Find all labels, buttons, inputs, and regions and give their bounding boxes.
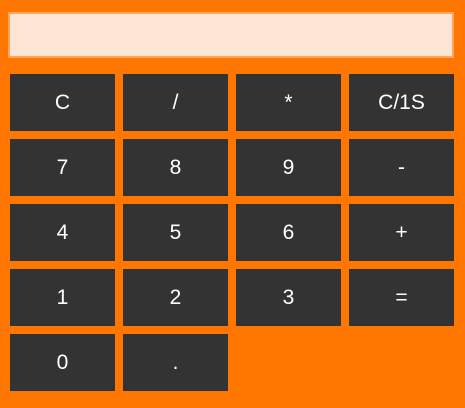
digit-1-button[interactable]: 1 [10,269,115,326]
divide-button[interactable]: / [123,74,228,131]
digit-3-button[interactable]: 3 [236,269,341,326]
equals-button[interactable]: = [349,269,454,326]
clear-button[interactable]: C [10,74,115,131]
multiply-button[interactable]: * [236,74,341,131]
digit-7-button[interactable]: 7 [10,139,115,196]
decimal-button[interactable]: . [123,334,228,391]
add-button[interactable]: + [349,204,454,261]
digit-8-button[interactable]: 8 [123,139,228,196]
digit-6-button[interactable]: 6 [236,204,341,261]
subtract-button[interactable]: - [349,139,454,196]
calculator-keypad: C / * C/1S 7 8 9 - 4 5 6 + 1 2 3 = 0 . [10,74,454,394]
digit-0-button[interactable]: 0 [10,334,115,391]
digit-2-button[interactable]: 2 [123,269,228,326]
digit-9-button[interactable]: 9 [236,139,341,196]
digit-5-button[interactable]: 5 [123,204,228,261]
digit-4-button[interactable]: 4 [10,204,115,261]
calculator-display[interactable] [8,12,454,58]
clear-one-button[interactable]: C/1S [349,74,454,131]
